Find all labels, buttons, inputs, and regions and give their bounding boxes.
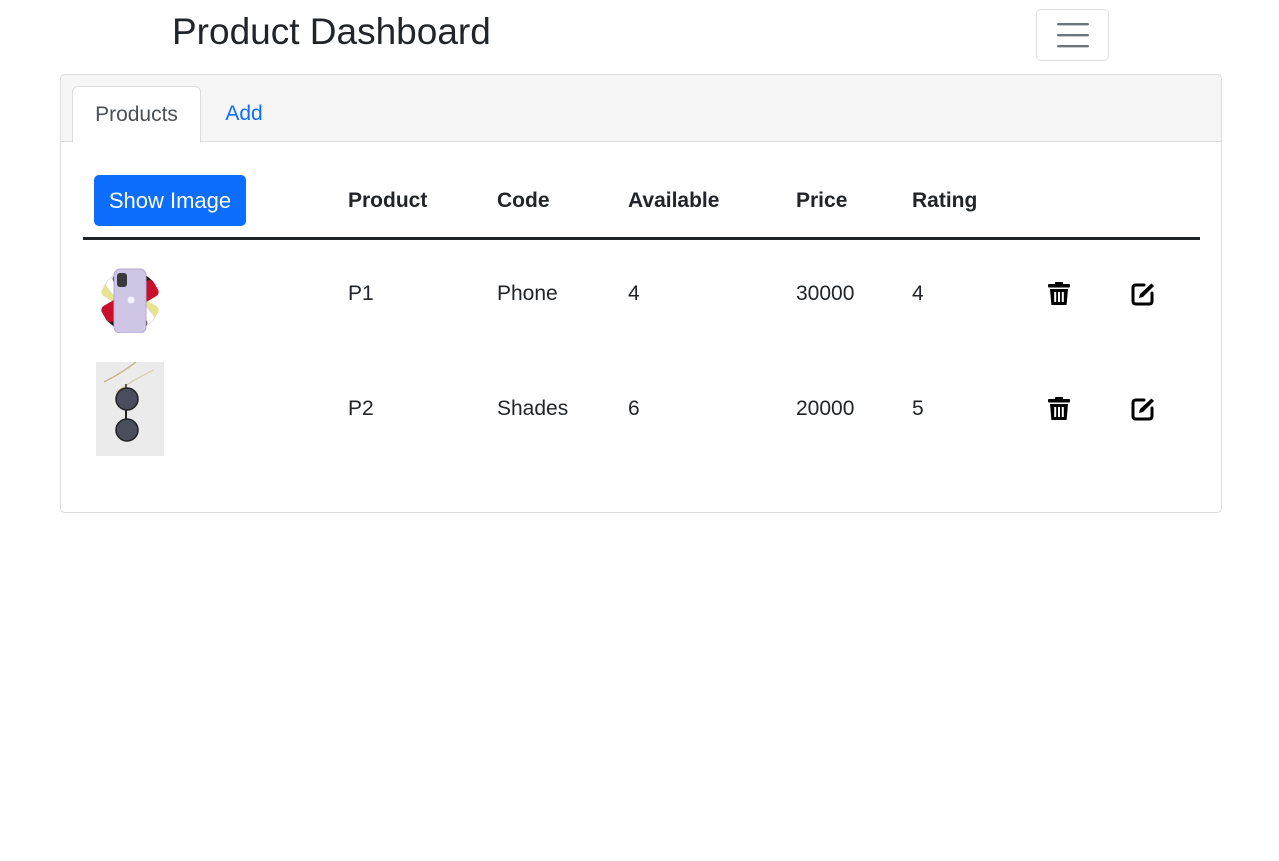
cell-product: P1: [348, 282, 374, 305]
table-header-divider: [83, 237, 1200, 240]
cell-available: 4: [628, 282, 640, 305]
menu-toggle-button[interactable]: [1036, 9, 1109, 61]
sunglasses-photo: [96, 362, 164, 456]
show-image-button[interactable]: Show Image: [94, 175, 246, 226]
page-title: Product Dashboard: [172, 11, 491, 52]
hamburger-menu-icon: [1056, 23, 1089, 48]
cell-rating: 5: [912, 397, 924, 420]
trash-icon[interactable]: [1047, 282, 1071, 306]
edit-icon[interactable]: [1131, 397, 1155, 421]
tab-products[interactable]: Products: [72, 86, 201, 143]
trash-icon[interactable]: [1047, 397, 1071, 421]
cell-price: 20000: [796, 397, 855, 420]
tab-add[interactable]: Add: [211, 86, 277, 142]
cell-price: 30000: [796, 282, 855, 305]
phone-photo: [96, 265, 164, 333]
cell-code: Shades: [497, 397, 569, 420]
column-header-rating: Rating: [912, 189, 978, 212]
products-card: Products Add Show Image Product Code Ava…: [60, 74, 1222, 513]
column-header-code: Code: [497, 189, 550, 212]
cell-rating: 4: [912, 282, 924, 305]
cell-available: 6: [628, 397, 640, 420]
edit-icon[interactable]: [1131, 282, 1155, 306]
column-header-available: Available: [628, 189, 720, 212]
card-header: Products Add: [61, 75, 1221, 143]
cell-code: Phone: [497, 282, 558, 305]
column-header-price: Price: [796, 189, 848, 212]
cell-product: P2: [348, 397, 374, 420]
column-header-product: Product: [348, 189, 428, 212]
